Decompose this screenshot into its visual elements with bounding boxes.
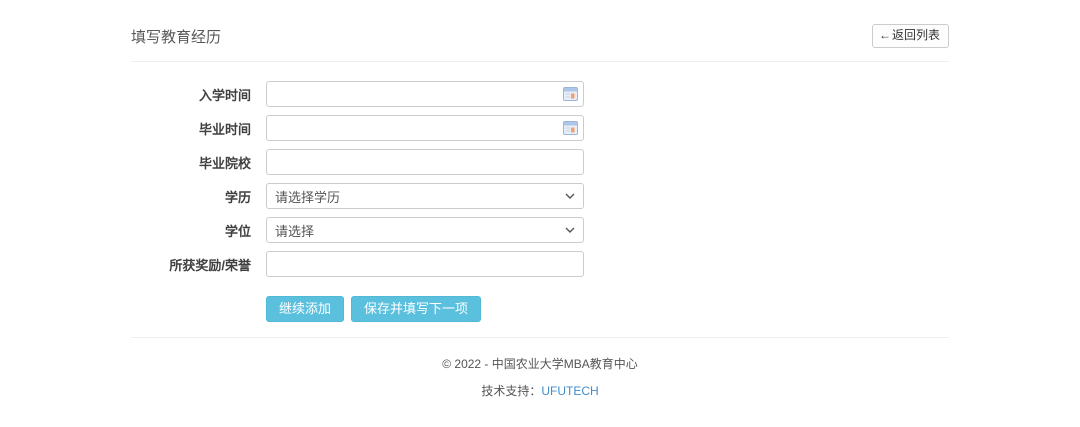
form-row-education-level: 学历 请选择学历 [131,183,949,209]
page-title: 填写教育经历 [131,26,221,47]
degree-select-value: 请选择 [275,221,314,240]
enrollment-time-input[interactable] [266,81,584,107]
education-level-control: 请选择学历 [266,183,584,209]
degree-label: 学位 [131,221,251,240]
graduation-school-control [266,149,584,175]
graduation-time-input[interactable] [266,115,584,141]
support-line: 技术支持：UFUTECH [131,382,949,399]
awards-input[interactable] [266,251,584,277]
graduation-time-control [266,115,584,141]
left-arrow-icon: ← [879,28,891,42]
education-level-select-value: 请选择学历 [275,187,340,206]
degree-control: 请选择 [266,217,584,243]
footer: © 2022 - 中国农业大学MBA教育中心 技术支持：UFUTECH [131,355,949,399]
form-row-graduation-time: 毕业时间 [131,115,949,141]
header-divider [131,61,949,62]
awards-label: 所获奖励/荣誉 [131,255,251,274]
degree-select[interactable]: 请选择 [266,217,584,243]
education-level-select[interactable]: 请选择学历 [266,183,584,209]
form-actions: 继续添加 保存并填写下一项 [266,296,949,322]
page-container: 填写教育经历 ←返回列表 入学时间 [131,0,949,427]
calendar-icon[interactable] [563,87,578,101]
awards-control [266,251,584,277]
chevron-down-icon [565,227,575,233]
support-label: 技术支持： [481,384,541,398]
education-form: 入学时间 毕业时间 [131,81,949,322]
enrollment-time-control [266,81,584,107]
calendar-icon[interactable] [563,121,578,135]
back-to-list-button[interactable]: ←返回列表 [872,24,949,47]
form-row-awards: 所获奖励/荣誉 [131,251,949,277]
form-row-degree: 学位 请选择 [131,217,949,243]
form-row-enrollment-time: 入学时间 [131,81,949,107]
continue-add-button[interactable]: 继续添加 [266,296,344,322]
education-level-label: 学历 [131,187,251,206]
support-link[interactable]: UFUTECH [541,384,598,398]
enrollment-time-label: 入学时间 [131,85,251,104]
footer-divider [131,337,949,338]
save-and-next-button[interactable]: 保存并填写下一项 [351,296,481,322]
graduation-time-label: 毕业时间 [131,119,251,138]
chevron-down-icon [565,193,575,199]
copyright-text: © 2022 - 中国农业大学MBA教育中心 [131,355,949,372]
page-header: 填写教育经历 ←返回列表 [131,24,949,48]
back-to-list-label: 返回列表 [892,28,940,42]
graduation-school-label: 毕业院校 [131,153,251,172]
form-row-graduation-school: 毕业院校 [131,149,949,175]
graduation-school-input[interactable] [266,149,584,175]
